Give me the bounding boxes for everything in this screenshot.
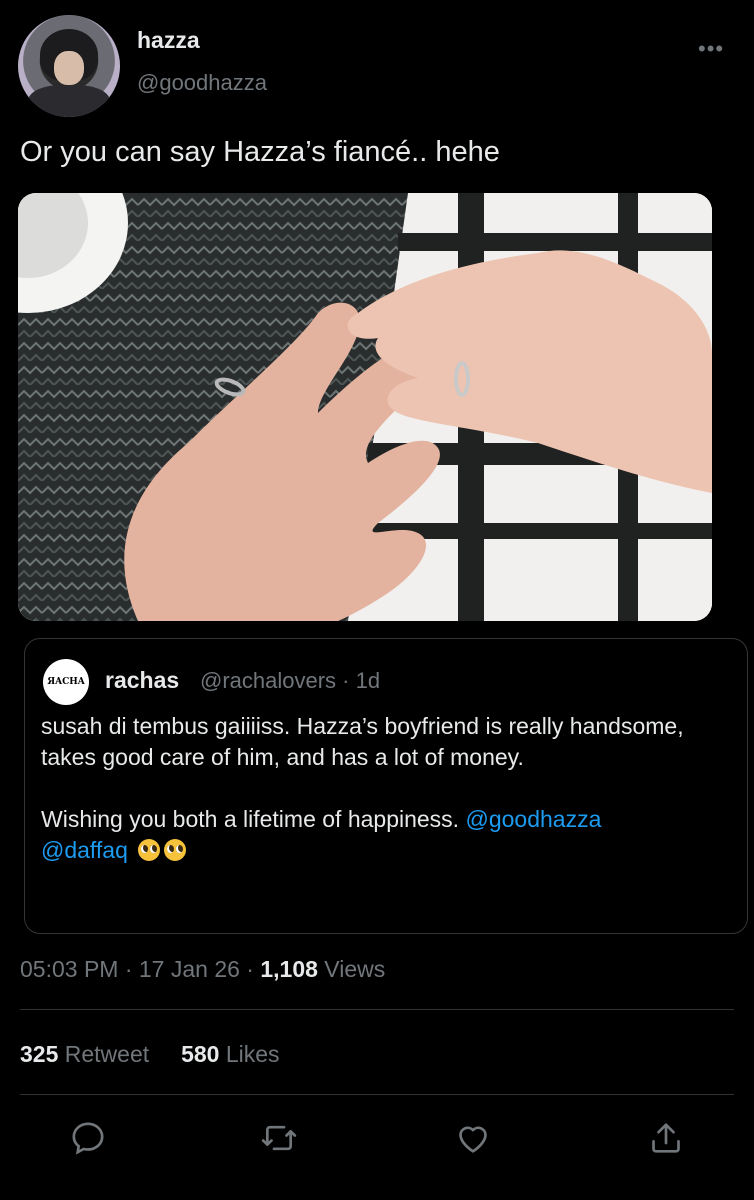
views-count: 1,108 <box>260 956 318 982</box>
quoted-tweet[interactable]: ЯACHA rachas @rachalovers · 1d susah di … <box>24 638 748 934</box>
quote-avatar[interactable]: ЯACHA <box>43 659 89 705</box>
quote-text: susah di tembus gaiiiiss. Hazza’s boyfri… <box>41 711 731 866</box>
divider <box>20 1094 734 1095</box>
likes-label[interactable]: Likes <box>219 1041 280 1067</box>
share-icon <box>652 1123 680 1153</box>
quote-paragraph-2-text: Wishing you both a lifetime of happiness… <box>41 806 466 832</box>
quote-paragraph-2: Wishing you both a lifetime of happiness… <box>41 804 731 866</box>
author-handle[interactable]: @goodhazza <box>137 70 267 96</box>
heart-icon <box>459 1126 487 1153</box>
mention-link[interactable]: @daffaq <box>41 837 128 863</box>
retweet-count[interactable]: 325 <box>20 1041 58 1067</box>
more-options-icon[interactable]: ••• <box>698 36 724 62</box>
pleading-face-emoji-icon <box>164 839 187 861</box>
quote-paragraph-1: susah di tembus gaiiiiss. Hazza’s boyfri… <box>41 713 684 770</box>
like-button[interactable] <box>453 1118 493 1158</box>
quote-author-meta[interactable]: @rachalovers · 1d <box>200 668 380 694</box>
divider <box>20 1009 734 1010</box>
tweet-photo[interactable] <box>18 193 712 621</box>
author-name[interactable]: hazza <box>137 27 200 54</box>
views-label: Views <box>317 956 386 982</box>
engagement-stats: 325 Retweet 580 Likes <box>20 1041 280 1068</box>
retweet-button[interactable] <box>259 1118 299 1158</box>
retweet-icon <box>261 1125 297 1151</box>
share-button[interactable] <box>646 1118 686 1158</box>
tweet-timestamp: 05:03 PM · 17 Jan 26 · 1,108 Views <box>20 956 385 983</box>
quote-author-name[interactable]: rachas <box>105 667 179 694</box>
author-avatar[interactable] <box>18 15 120 117</box>
retweet-label[interactable]: Retweet <box>58 1041 149 1067</box>
time-date-text: 05:03 PM · 17 Jan 26 · <box>20 956 261 982</box>
likes-count[interactable]: 580 <box>181 1041 219 1067</box>
tweet-text: Or you can say Hazza’s fiancé.. hehe <box>20 136 500 168</box>
mention-link[interactable]: @goodhazza <box>465 806 601 832</box>
reply-button[interactable] <box>68 1118 108 1158</box>
pleading-face-emoji-icon <box>138 839 161 861</box>
reply-icon <box>72 1122 104 1155</box>
